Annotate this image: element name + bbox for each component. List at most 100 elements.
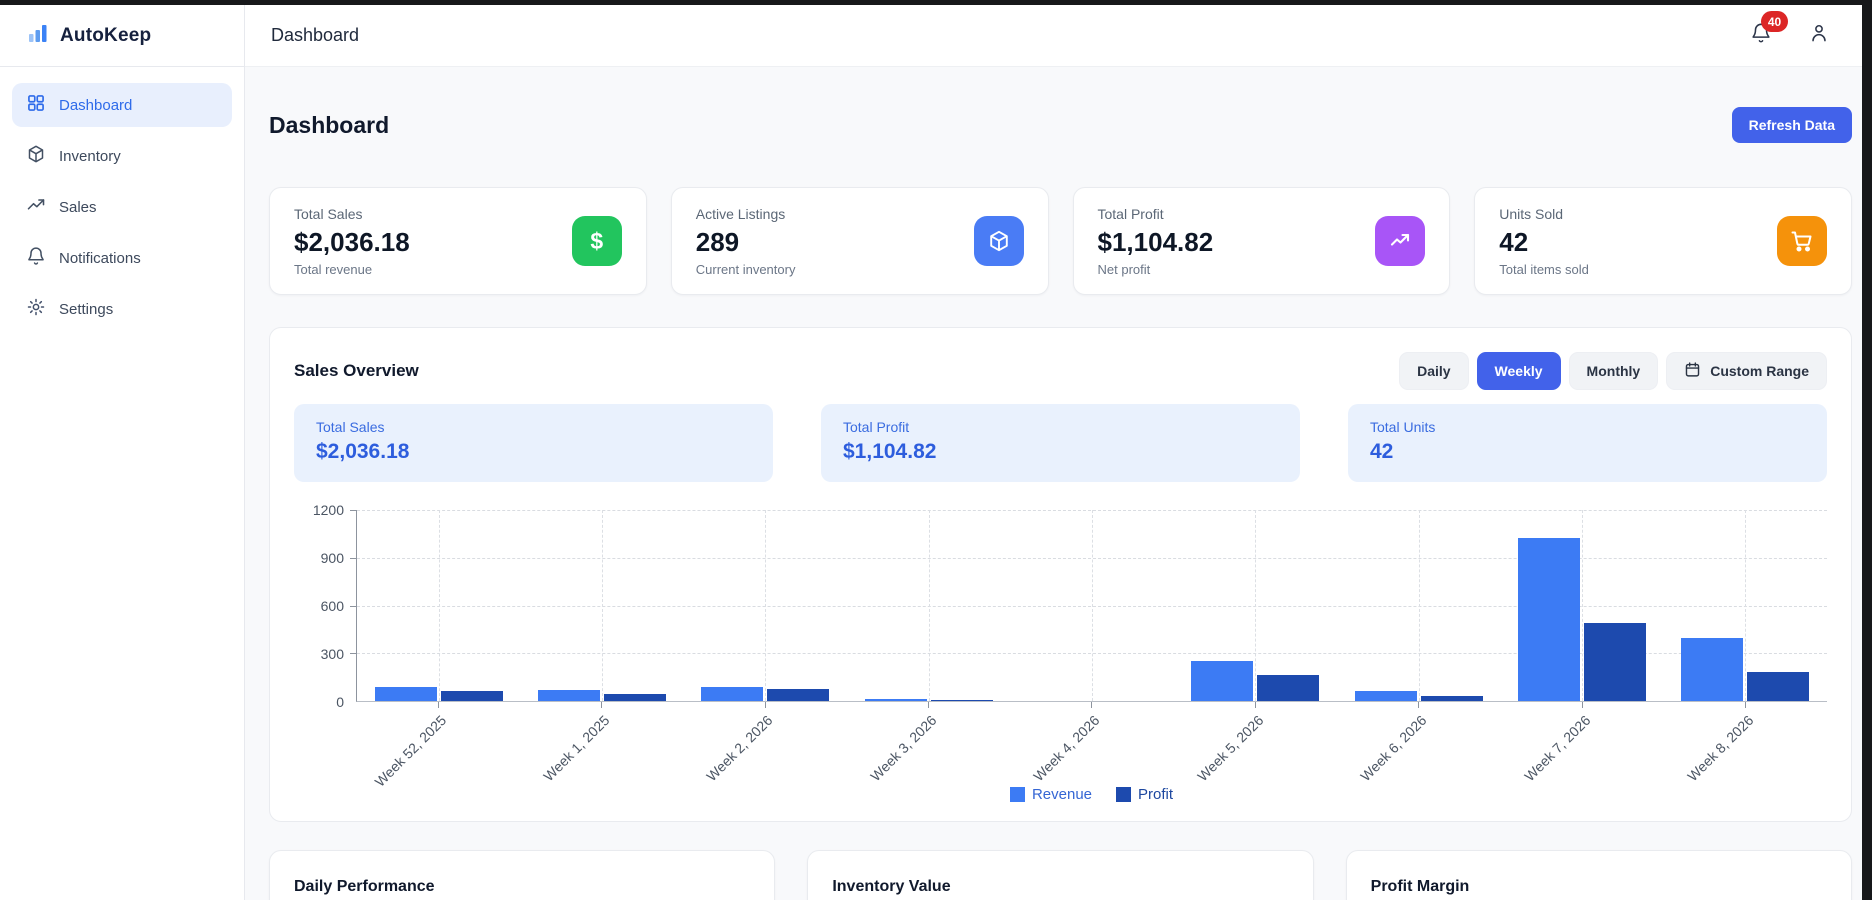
x-axis-label: Week 5, 2026 <box>1194 712 1266 784</box>
sidebar-item-inventory[interactable]: Inventory <box>12 134 232 178</box>
sidebar-item-settings[interactable]: Settings <box>12 287 232 331</box>
x-axis-label: Week 8, 2026 <box>1684 712 1756 784</box>
package-icon <box>974 216 1024 266</box>
sales-overview-card: Sales Overview Daily Weekly Monthly <box>269 327 1852 822</box>
chart-bar-revenue <box>701 687 763 701</box>
stat-sublabel: Total revenue <box>294 262 410 277</box>
stat-label: Total Profit <box>1098 206 1214 222</box>
stat-sublabel: Net profit <box>1098 262 1214 277</box>
topbar: Dashboard 40 <box>245 5 1872 67</box>
chart-plot <box>356 510 1827 702</box>
stat-card-total-sales: Total Sales $2,036.18 Total revenue $ <box>269 187 647 295</box>
user-menu-button[interactable] <box>1808 22 1830 49</box>
chart-bar-profit <box>1257 675 1319 701</box>
sales-bar-chart: 03006009001200 Week 52, 2025Week 1, 2025… <box>294 510 1827 803</box>
chart-bar-revenue <box>1681 638 1743 701</box>
dollar-icon: $ <box>572 216 622 266</box>
chart-x-labels: Week 52, 2025Week 1, 2025Week 2, 2026Wee… <box>356 702 1827 786</box>
chart-bar-profit <box>441 691 503 701</box>
stats-row: Total Sales $2,036.18 Total revenue $ Ac… <box>269 187 1852 295</box>
sidebar-item-notifications[interactable]: Notifications <box>12 236 232 280</box>
sidebar-item-label: Inventory <box>59 148 121 165</box>
bar-group <box>1174 510 1337 701</box>
chart-bar-profit <box>604 694 666 701</box>
chart-bar-profit <box>1747 672 1809 701</box>
chart-bar-revenue <box>538 690 600 701</box>
package-icon <box>26 144 46 168</box>
legend-item-revenue[interactable]: Revenue <box>1010 786 1092 803</box>
app-name: AutoKeep <box>60 25 151 47</box>
app-window: AutoKeep Dashboard <box>0 0 1872 900</box>
chart-bar-revenue <box>1191 661 1253 701</box>
bar-group <box>1664 510 1827 701</box>
legend-swatch <box>1010 787 1025 802</box>
legend-item-profit[interactable]: Profit <box>1116 786 1173 803</box>
chart-bar-revenue <box>375 687 437 701</box>
legend-swatch <box>1116 787 1131 802</box>
window-top-border <box>0 0 1872 5</box>
summary-total-profit: Total Profit $1,104.82 <box>821 404 1300 482</box>
stat-card-units-sold: Units Sold 42 Total items sold <box>1474 187 1852 295</box>
x-axis-label: Week 6, 2026 <box>1357 712 1429 784</box>
chart-bar-revenue <box>1355 691 1417 701</box>
stat-value: $2,036.18 <box>294 227 410 258</box>
bar-group <box>847 510 1010 701</box>
x-axis-label: Week 7, 2026 <box>1521 712 1593 784</box>
stat-label: Total Sales <box>294 206 410 222</box>
legend-label: Profit <box>1138 786 1173 803</box>
calendar-icon <box>1684 361 1701 381</box>
topbar-title: Dashboard <box>271 25 359 46</box>
window-right-border <box>1862 0 1872 900</box>
stat-label: Active Listings <box>696 206 796 222</box>
summary-total-units: Total Units 42 <box>1348 404 1827 482</box>
sales-overview-title: Sales Overview <box>294 361 419 381</box>
sidebar-item-label: Settings <box>59 301 113 318</box>
x-axis-label: Week 4, 2026 <box>1031 712 1103 784</box>
y-axis-tick: 0 <box>336 694 344 710</box>
daily-performance-card: Daily Performance <box>269 850 775 900</box>
stat-label: Units Sold <box>1499 206 1589 222</box>
y-axis-tick: 1200 <box>313 502 344 518</box>
bar-group <box>684 510 847 701</box>
range-selector: Daily Weekly Monthly Custom Range <box>1399 352 1827 390</box>
cart-icon <box>1777 216 1827 266</box>
range-daily-button[interactable]: Daily <box>1399 352 1468 390</box>
page-title: Dashboard <box>269 112 389 139</box>
range-custom-button[interactable]: Custom Range <box>1666 352 1827 390</box>
x-axis-label: Week 3, 2026 <box>867 712 939 784</box>
sidebar-item-sales[interactable]: Sales <box>12 185 232 229</box>
chart-bar-revenue <box>1518 538 1580 701</box>
y-axis-tick: 900 <box>321 550 344 566</box>
x-axis-label: Week 52, 2025 <box>371 712 449 790</box>
page-content: Dashboard Refresh Data Total Sales $2,03… <box>245 67 1872 900</box>
sidebar-item-label: Sales <box>59 199 97 216</box>
gear-icon <box>26 297 46 321</box>
grid-icon <box>26 93 46 117</box>
bell-icon <box>1750 31 1772 48</box>
stat-card-active-listings: Active Listings 289 Current inventory <box>671 187 1049 295</box>
bar-group <box>357 510 520 701</box>
range-monthly-button[interactable]: Monthly <box>1569 352 1659 390</box>
notifications-button[interactable]: 40 <box>1750 22 1772 49</box>
sidebar-nav: Dashboard Inventory <box>0 67 244 347</box>
inventory-value-card: Inventory Value <box>807 850 1313 900</box>
summary-row: Total Sales $2,036.18 Total Profit $1,10… <box>294 404 1827 482</box>
range-weekly-button[interactable]: Weekly <box>1477 352 1561 390</box>
y-axis-tick: 600 <box>321 598 344 614</box>
sidebar-logo[interactable]: AutoKeep <box>0 5 244 67</box>
stat-value: $1,104.82 <box>1098 227 1214 258</box>
x-axis-label: Week 2, 2026 <box>704 712 776 784</box>
trending-up-icon <box>1375 216 1425 266</box>
chart-bar-profit <box>1584 623 1646 701</box>
summary-total-sales: Total Sales $2,036.18 <box>294 404 773 482</box>
chart-legend: Revenue Profit <box>304 786 1827 803</box>
bar-group <box>1337 510 1500 701</box>
chart-bar-profit <box>931 700 993 701</box>
y-axis-tick: 300 <box>321 646 344 662</box>
x-axis-label: Week 1, 2025 <box>540 712 612 784</box>
bar-group <box>1500 510 1663 701</box>
trending-up-icon <box>26 195 46 219</box>
chart-bar-profit <box>1421 696 1483 701</box>
sidebar-item-dashboard[interactable]: Dashboard <box>12 83 232 127</box>
refresh-data-button[interactable]: Refresh Data <box>1732 107 1852 143</box>
